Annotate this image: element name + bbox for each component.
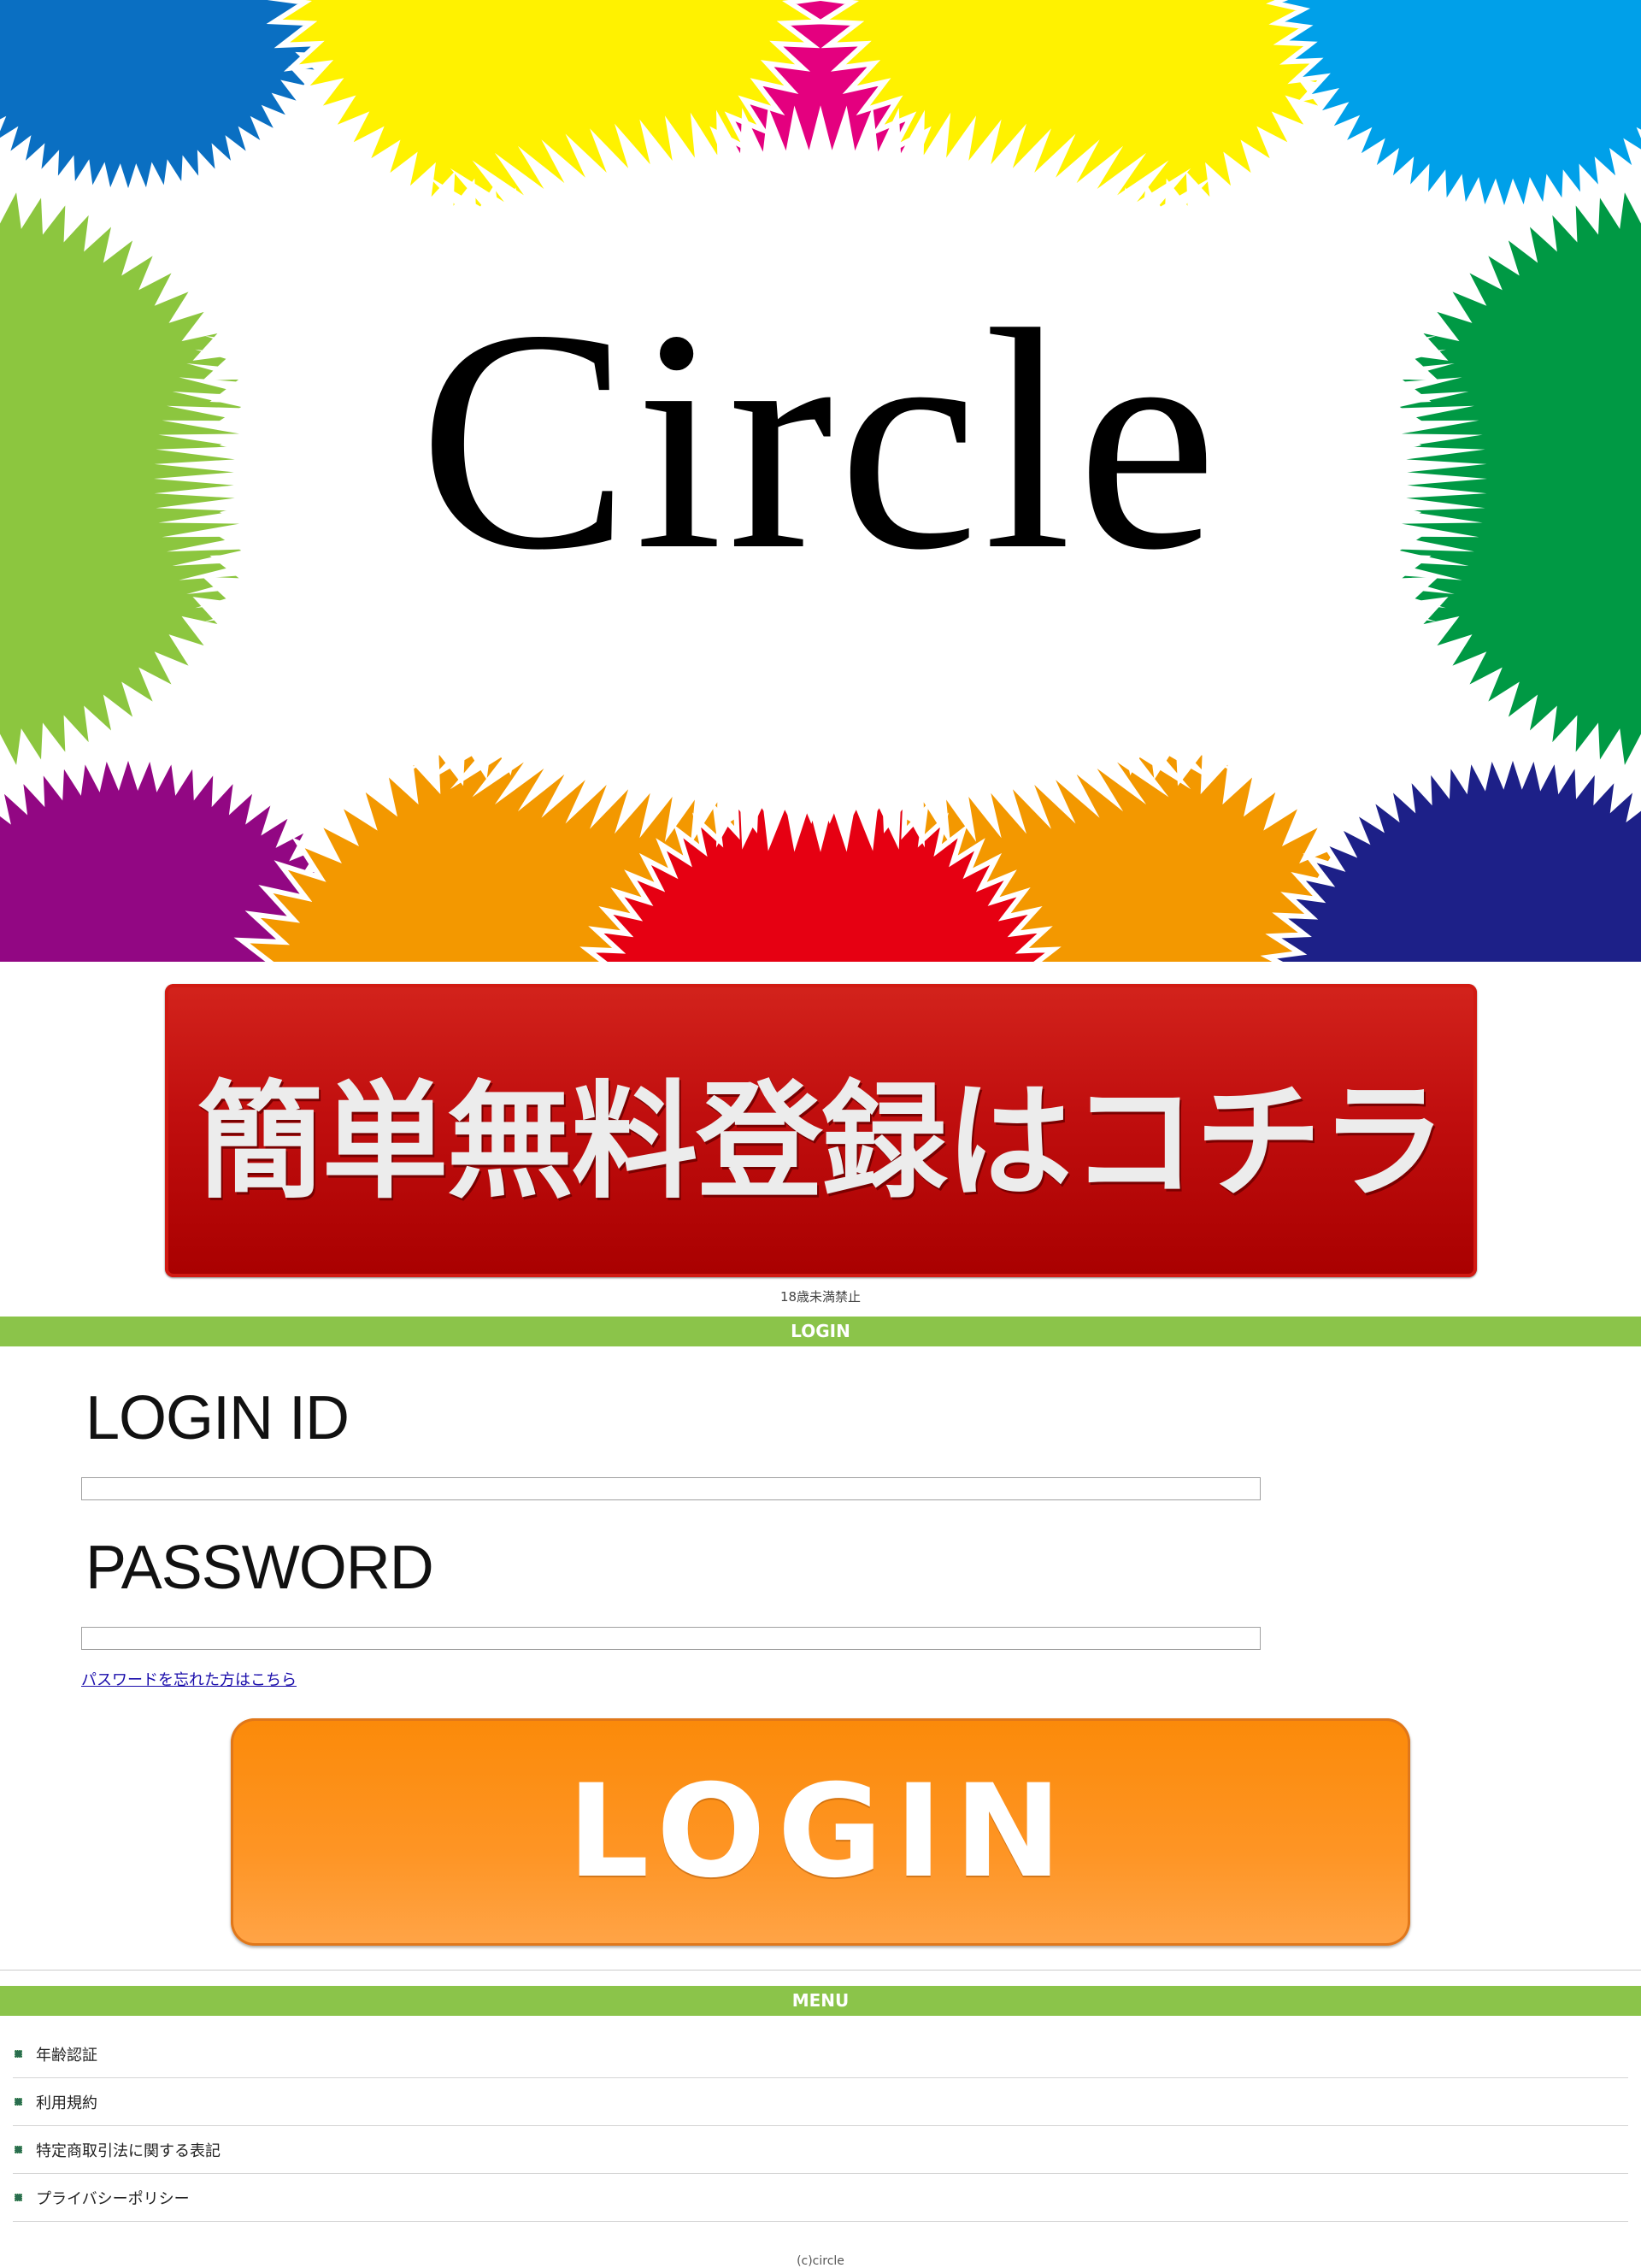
forgot-password-link[interactable]: パスワードを忘れた方はこちら <box>81 1668 297 1690</box>
site-logo-text: Circle <box>418 265 1223 616</box>
login-section-header: LOGIN <box>0 1317 1641 1346</box>
menu-item-label: 年齢認証 <box>36 2046 97 2065</box>
login-button-label: LOGIN <box>567 1758 1074 1906</box>
color-burst-shape <box>1266 0 1641 222</box>
menu-section-header: MENU <box>0 1986 1641 2016</box>
password-label: PASSWORD <box>85 1534 434 1602</box>
bullet-icon <box>15 2098 22 2106</box>
free-register-button[interactable]: 簡単無料登録はコチラ <box>165 984 1477 1277</box>
menu-item-label: 特定商取引法に関する表記 <box>36 2141 221 2160</box>
age-restriction-notice: 18歳未満禁止 <box>779 1289 862 1305</box>
color-burst-shape <box>0 0 350 205</box>
menu-list: 年齢認証 利用規約 特定商取引法に関する表記 プライバシーポリシー <box>13 2030 1628 2222</box>
login-button[interactable]: LOGIN <box>231 1718 1410 1946</box>
login-id-input[interactable] <box>81 1477 1261 1500</box>
copyright-footer: (c)circle <box>797 2254 844 2268</box>
menu-item-terms[interactable]: 利用規約 <box>13 2078 1628 2126</box>
menu-item-commercial-law[interactable]: 特定商取引法に関する表記 <box>13 2126 1628 2174</box>
bullet-icon <box>15 2194 22 2201</box>
bullet-icon <box>15 2050 22 2058</box>
section-divider <box>0 1970 1641 1971</box>
menu-item-privacy[interactable]: プライバシーポリシー <box>13 2174 1628 2222</box>
password-input[interactable] <box>81 1627 1261 1650</box>
hero-banner: Circle <box>0 0 1641 962</box>
menu-item-age-verification[interactable]: 年齢認証 <box>13 2030 1628 2078</box>
menu-item-label: 利用規約 <box>36 2094 97 2112</box>
free-register-button-label: 簡単無料登録はコチラ <box>197 1069 1447 1216</box>
login-id-label: LOGIN ID <box>85 1384 350 1452</box>
bullet-icon <box>15 2146 22 2153</box>
menu-item-label: プライバシーポリシー <box>36 2189 190 2208</box>
